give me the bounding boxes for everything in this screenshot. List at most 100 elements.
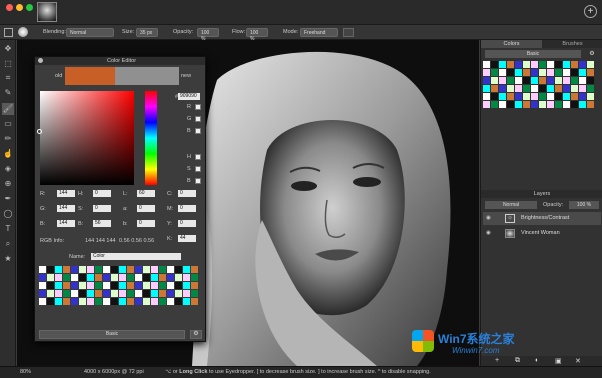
color-swatch[interactable] <box>167 266 174 273</box>
color-swatch[interactable] <box>579 93 586 100</box>
color-swatch[interactable] <box>523 93 530 100</box>
color-swatch[interactable] <box>539 69 546 76</box>
color-swatch[interactable] <box>119 282 126 289</box>
color-swatch[interactable] <box>127 282 134 289</box>
color-swatch[interactable] <box>47 282 54 289</box>
color-swatch[interactable] <box>151 266 158 273</box>
color-swatch[interactable] <box>539 77 546 84</box>
color-swatch[interactable] <box>111 282 118 289</box>
layer-opacity-field[interactable]: 100 % <box>569 201 599 209</box>
color-swatch[interactable] <box>531 93 538 100</box>
color-swatch[interactable] <box>555 93 562 100</box>
channel-checkbox[interactable] <box>195 166 201 172</box>
paint-bucket-tool-icon[interactable]: ◈ <box>2 163 14 175</box>
eraser-tool-icon[interactable]: ▭ <box>2 118 14 130</box>
color-swatch[interactable] <box>531 77 538 84</box>
swatch-settings-gear-icon[interactable]: ⚙ <box>586 50 598 58</box>
add-layer-icon[interactable]: + <box>495 357 499 364</box>
layer-row[interactable]: ◉ ☼ Brightness/Contrast <box>483 212 601 225</box>
color-swatch[interactable] <box>135 298 142 305</box>
color-swatch[interactable] <box>135 266 142 273</box>
color-swatch[interactable] <box>119 266 126 273</box>
color-swatch[interactable] <box>499 69 506 76</box>
color-swatch[interactable] <box>191 298 198 305</box>
color-swatch[interactable] <box>39 274 46 281</box>
pencil-tool-icon[interactable]: ✏ <box>2 133 14 145</box>
color-swatch[interactable] <box>491 69 498 76</box>
color-swatch[interactable] <box>151 290 158 297</box>
color-swatch[interactable] <box>47 298 54 305</box>
visibility-eye-icon[interactable]: ◉ <box>486 227 491 240</box>
color-swatch[interactable] <box>143 266 150 273</box>
color-swatch[interactable] <box>63 274 70 281</box>
color-swatch[interactable] <box>95 266 102 273</box>
color-swatch[interactable] <box>47 274 54 281</box>
color-swatch[interactable] <box>111 298 118 305</box>
channel-checkbox[interactable] <box>195 178 201 184</box>
value-field[interactable]: 0 <box>178 205 196 212</box>
color-swatch[interactable] <box>71 282 78 289</box>
color-swatch[interactable] <box>531 61 538 68</box>
value-field[interactable]: 144 <box>57 205 75 212</box>
color-swatch[interactable] <box>499 93 506 100</box>
color-swatch[interactable] <box>127 266 134 273</box>
color-swatch[interactable] <box>555 85 562 92</box>
channel-checkbox[interactable] <box>195 154 201 160</box>
color-swatch[interactable] <box>87 290 94 297</box>
color-swatch[interactable] <box>79 266 86 273</box>
value-field[interactable]: 0 <box>137 205 155 212</box>
hue-slider[interactable] <box>145 91 157 185</box>
color-swatch[interactable] <box>571 69 578 76</box>
color-swatch[interactable] <box>587 69 594 76</box>
color-swatch[interactable] <box>563 61 570 68</box>
color-swatch[interactable] <box>79 298 86 305</box>
color-swatch[interactable] <box>539 101 546 108</box>
color-swatch[interactable] <box>87 298 94 305</box>
color-swatch[interactable] <box>563 101 570 108</box>
color-swatch[interactable] <box>547 85 554 92</box>
color-swatch[interactable] <box>87 282 94 289</box>
color-swatch[interactable] <box>71 298 78 305</box>
color-swatch[interactable] <box>571 77 578 84</box>
color-swatch[interactable] <box>579 85 586 92</box>
color-swatch[interactable] <box>191 274 198 281</box>
color-swatch[interactable] <box>483 101 490 108</box>
duplicate-layer-icon[interactable]: ⧉ <box>515 357 520 365</box>
color-swatch[interactable] <box>135 290 142 297</box>
layer-row[interactable]: ◉ Vincent Woman <box>483 227 601 240</box>
preset-select[interactable]: Basic <box>39 330 185 339</box>
color-swatch[interactable] <box>523 85 530 92</box>
color-swatch[interactable] <box>523 61 530 68</box>
color-swatch[interactable] <box>167 282 174 289</box>
move-tool-icon[interactable]: ✥ <box>2 43 14 55</box>
color-swatch[interactable] <box>499 61 506 68</box>
adjustment-icon[interactable]: ◐ <box>535 357 539 364</box>
delete-layer-icon[interactable]: ✕ <box>575 357 581 365</box>
color-swatch[interactable] <box>175 298 182 305</box>
color-swatch[interactable] <box>507 77 514 84</box>
color-swatch[interactable] <box>167 274 174 281</box>
zoom-tool-icon[interactable]: ⌕ <box>2 238 14 250</box>
color-swatch[interactable] <box>563 93 570 100</box>
color-swatch[interactable] <box>71 274 78 281</box>
color-swatch[interactable] <box>555 61 562 68</box>
color-swatch[interactable] <box>587 77 594 84</box>
opacity-field[interactable]: 100 % <box>197 28 219 42</box>
color-swatch[interactable] <box>515 61 522 68</box>
color-swatch[interactable] <box>71 266 78 273</box>
color-swatch[interactable] <box>111 290 118 297</box>
brush-tool-icon[interactable]: 🖌 <box>2 103 14 115</box>
color-swatch[interactable] <box>191 290 198 297</box>
color-swatch[interactable] <box>547 77 554 84</box>
color-swatch[interactable] <box>143 274 150 281</box>
color-swatch[interactable] <box>143 290 150 297</box>
color-swatch[interactable] <box>483 61 490 68</box>
color-swatch[interactable] <box>555 69 562 76</box>
smudge-tool-icon[interactable]: ☝ <box>2 148 14 160</box>
color-swatch[interactable] <box>119 298 126 305</box>
color-swatch[interactable] <box>555 77 562 84</box>
size-field[interactable]: 35 px <box>136 28 158 37</box>
color-swatch[interactable] <box>515 93 522 100</box>
color-swatch[interactable] <box>491 77 498 84</box>
color-swatch[interactable] <box>563 85 570 92</box>
